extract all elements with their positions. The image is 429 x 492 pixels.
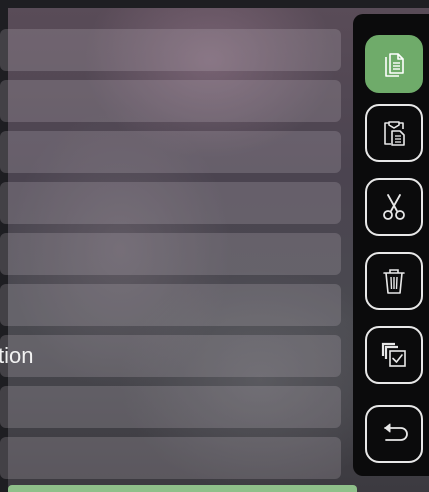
list-item-label: tion [0,343,34,368]
list-item[interactable] [0,386,341,428]
list-item[interactable] [0,284,341,326]
list-item[interactable]: tion [0,335,341,377]
list-item[interactable] [0,437,341,479]
back-arrow-icon [384,423,408,441]
top-edge [0,0,429,8]
delete-button[interactable] [365,252,423,310]
copy-icon [385,53,404,77]
scissors-icon [383,194,405,220]
paste-button[interactable] [365,104,423,162]
list-item[interactable] [0,233,341,275]
select-all-icon [381,342,406,367]
trash-icon [383,269,405,294]
cut-button[interactable] [365,178,423,236]
edit-toolbar [353,14,429,476]
select-all-button[interactable] [365,326,423,384]
clipboard-paste-icon [384,121,405,146]
list-item[interactable] [0,182,341,224]
back-button[interactable] [365,405,423,463]
list-item[interactable] [0,80,341,122]
list-item[interactable] [0,131,341,173]
list-item[interactable] [0,29,341,71]
bottom-action-bar[interactable] [8,485,357,492]
copy-button[interactable] [365,35,423,93]
